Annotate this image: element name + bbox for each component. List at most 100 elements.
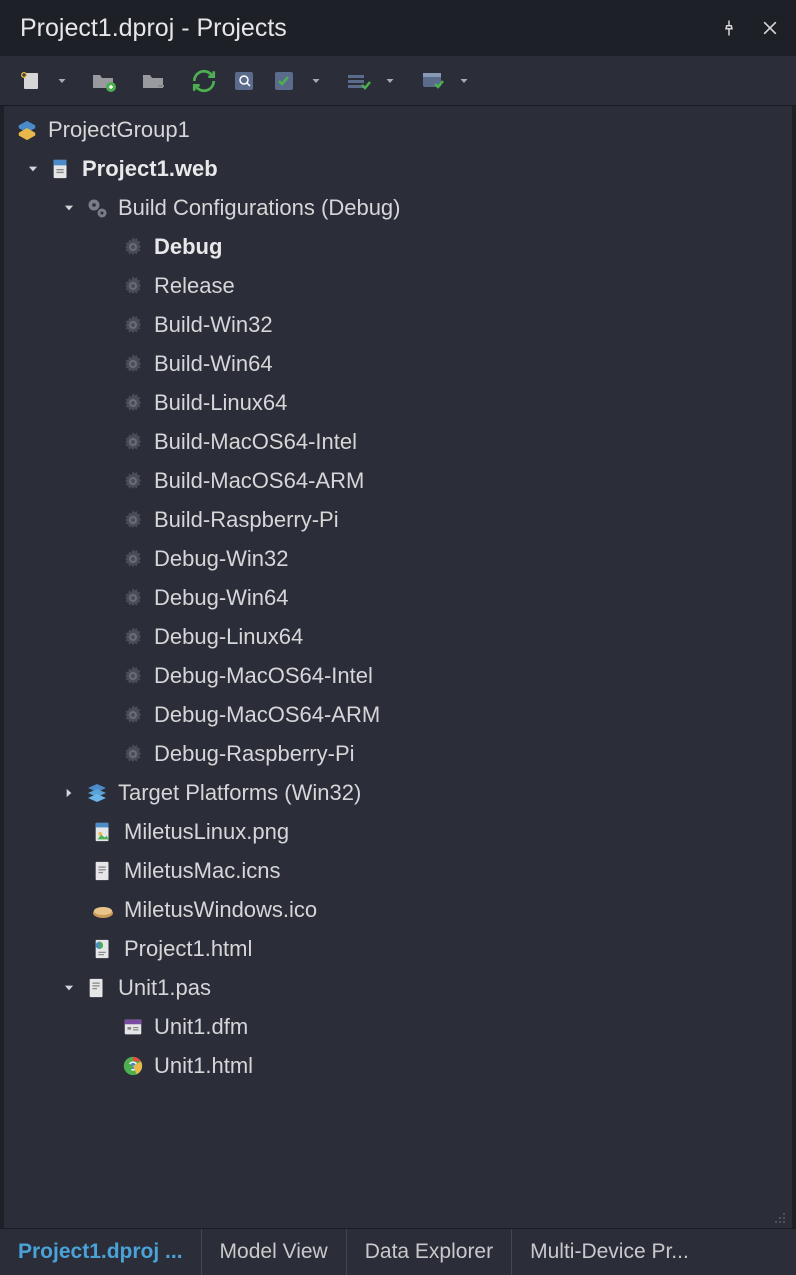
gear-icon <box>120 312 146 338</box>
panel-check-dropdown[interactable] <box>454 75 474 87</box>
node-label: Debug-Win64 <box>154 585 289 611</box>
node-label: Unit1.html <box>154 1053 253 1079</box>
build-config-node[interactable]: Debug-Linux64 <box>4 617 792 656</box>
chrome-icon <box>120 1053 146 1079</box>
project-node[interactable]: Project1.web <box>4 149 792 188</box>
build-config-node[interactable]: Build-Win64 <box>4 344 792 383</box>
footer-tab[interactable]: Multi-Device Pr... <box>512 1229 707 1275</box>
add-folder-button[interactable] <box>86 63 122 99</box>
footer-tab[interactable]: Project1.dproj ... <box>0 1229 202 1275</box>
html-file-node[interactable]: Unit1.html <box>4 1046 792 1085</box>
build-config-node[interactable]: Debug-Win64 <box>4 578 792 617</box>
gear-icon <box>120 234 146 260</box>
pin-icon[interactable] <box>720 19 738 37</box>
resize-grip-icon[interactable] <box>772 1210 786 1224</box>
build-config-node[interactable]: Debug-MacOS64-ARM <box>4 695 792 734</box>
panel-check-button[interactable] <box>414 63 450 99</box>
gear-icon <box>120 273 146 299</box>
gear-icon <box>120 468 146 494</box>
node-label: Debug-Linux64 <box>154 624 303 650</box>
node-label: Debug-Raspberry-Pi <box>154 741 355 767</box>
node-label: Unit1.pas <box>118 975 211 1001</box>
gear-icon <box>120 507 146 533</box>
file-node[interactable]: MiletusMac.icns <box>4 851 792 890</box>
new-item-dropdown[interactable] <box>52 75 72 87</box>
build-config-node[interactable]: Debug-Raspberry-Pi <box>4 734 792 773</box>
node-label: Debug-Win32 <box>154 546 289 572</box>
node-label: Debug-MacOS64-ARM <box>154 702 380 728</box>
chevron-down-icon[interactable] <box>58 197 80 219</box>
footer-tab[interactable]: Model View <box>202 1229 347 1275</box>
title-controls <box>720 18 780 38</box>
node-label: Target Platforms (Win32) <box>118 780 361 806</box>
panel-title: Project1.dproj - Projects <box>20 14 287 43</box>
chevron-down-icon[interactable] <box>22 158 44 180</box>
file-node[interactable]: Project1.html <box>4 929 792 968</box>
build-config-node[interactable]: Debug-MacOS64-Intel <box>4 656 792 695</box>
build-config-node[interactable]: Build-Linux64 <box>4 383 792 422</box>
build-config-node[interactable]: Build-MacOS64-ARM <box>4 461 792 500</box>
layers-check-button[interactable] <box>340 63 376 99</box>
unit-node[interactable]: Unit1.pas <box>4 968 792 1007</box>
gear-icon <box>120 546 146 572</box>
file-node[interactable]: MiletusLinux.png <box>4 812 792 851</box>
new-item-button[interactable] <box>12 63 48 99</box>
footer-tabs: Project1.dproj ...Model ViewData Explore… <box>0 1228 796 1275</box>
build-config-node[interactable]: Build-Win32 <box>4 305 792 344</box>
node-label: Build-Linux64 <box>154 390 287 416</box>
pas-file-icon <box>84 975 110 1001</box>
project-group-node[interactable]: ProjectGroup1 <box>4 110 792 149</box>
title-bar: Project1.dproj - Projects <box>0 0 796 56</box>
dfm-file-icon <box>120 1014 146 1040</box>
node-label: Build Configurations (Debug) <box>118 195 401 221</box>
node-label: ProjectGroup1 <box>48 117 190 143</box>
build-configs-node[interactable]: Build Configurations (Debug) <box>4 188 792 227</box>
node-label: MiletusMac.icns <box>124 858 280 884</box>
node-label: Project1.html <box>124 936 252 962</box>
gear-icon <box>120 702 146 728</box>
refresh-button[interactable] <box>186 63 222 99</box>
gear-icon <box>120 429 146 455</box>
node-label: Debug-MacOS64-Intel <box>154 663 373 689</box>
build-config-node[interactable]: Release <box>4 266 792 305</box>
file-icon <box>90 897 116 923</box>
build-config-node[interactable]: Debug <box>4 227 792 266</box>
validate-dropdown[interactable] <box>306 75 326 87</box>
dfm-file-node[interactable]: Unit1.dfm <box>4 1007 792 1046</box>
close-icon[interactable] <box>760 18 780 38</box>
build-config-node[interactable]: Build-MacOS64-Intel <box>4 422 792 461</box>
layers-check-dropdown[interactable] <box>380 75 400 87</box>
target-platforms-node[interactable]: Target Platforms (Win32) <box>4 773 792 812</box>
gear-icon <box>120 585 146 611</box>
project-tree: ProjectGroup1 Project1.web Build Configu… <box>0 106 796 1228</box>
node-label: MiletusWindows.ico <box>124 897 317 923</box>
remove-folder-button[interactable] <box>136 63 172 99</box>
toolbar <box>0 56 796 106</box>
gears-icon <box>84 195 110 221</box>
node-label: Build-Win32 <box>154 312 273 338</box>
validate-button[interactable] <box>266 63 302 99</box>
node-label: Release <box>154 273 235 299</box>
node-label: Build-MacOS64-ARM <box>154 468 364 494</box>
build-config-node[interactable]: Build-Raspberry-Pi <box>4 500 792 539</box>
file-node[interactable]: MiletusWindows.ico <box>4 890 792 929</box>
node-label: Project1.web <box>82 156 218 182</box>
project-file-icon <box>48 156 74 182</box>
footer-tab[interactable]: Data Explorer <box>347 1229 512 1275</box>
gear-icon <box>120 351 146 377</box>
project-group-icon <box>14 117 40 143</box>
chevron-down-icon[interactable] <box>58 977 80 999</box>
chevron-right-icon[interactable] <box>58 782 80 804</box>
gear-icon <box>120 741 146 767</box>
inspect-button[interactable] <box>226 63 262 99</box>
node-label: Build-Win64 <box>154 351 273 377</box>
node-label: Debug <box>154 234 222 260</box>
node-label: MiletusLinux.png <box>124 819 289 845</box>
node-label: Unit1.dfm <box>154 1014 248 1040</box>
node-label: Build-MacOS64-Intel <box>154 429 357 455</box>
file-icon <box>90 819 116 845</box>
build-config-node[interactable]: Debug-Win32 <box>4 539 792 578</box>
file-icon <box>90 936 116 962</box>
node-label: Build-Raspberry-Pi <box>154 507 339 533</box>
file-icon <box>90 858 116 884</box>
